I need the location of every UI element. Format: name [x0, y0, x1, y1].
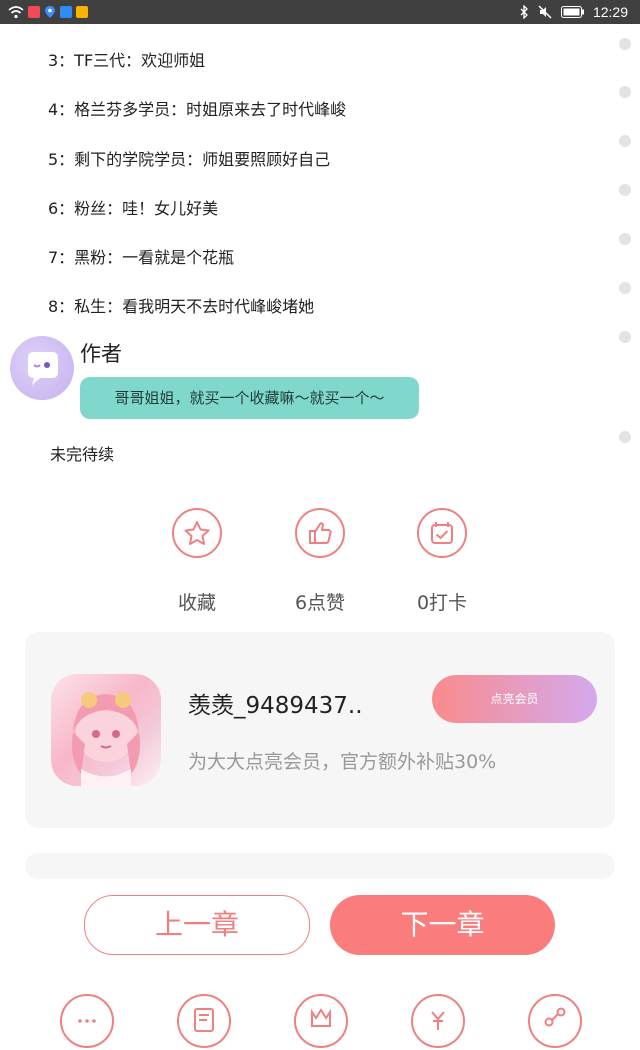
app-icon-red	[28, 6, 40, 18]
story-line: 4：格兰芬多学员：时姐原来去了时代峰峻	[48, 100, 347, 119]
story-line: 7：黑粉：一看就是个花瓶	[48, 248, 235, 267]
comment-button[interactable]	[60, 994, 114, 1048]
chat-bubble-icon	[28, 352, 58, 385]
collect-action[interactable]: 收藏	[137, 508, 257, 615]
activate-vip-button[interactable]: 点亮会员	[432, 675, 597, 723]
status-time: 12:29	[592, 4, 628, 20]
like-action[interactable]: 6点赞	[260, 508, 380, 615]
side-dot	[619, 135, 631, 147]
collect-circle[interactable]	[172, 508, 222, 558]
location-icon	[45, 6, 55, 18]
share-button[interactable]	[528, 994, 582, 1048]
side-dot	[619, 431, 631, 443]
gift-button[interactable]	[294, 994, 348, 1048]
calendar-check-icon	[431, 522, 453, 544]
app-icon-yellow	[76, 6, 88, 18]
checkin-circle[interactable]	[417, 508, 467, 558]
story-line: 5：剩下的学院学员：师姐要照顾好自己	[48, 150, 331, 169]
status-bar: 12:29	[0, 0, 640, 24]
checkin-label: 0打卡	[416, 592, 468, 614]
story-line: 3：TF三代：欢迎师姐	[48, 51, 206, 70]
status-left-icons	[8, 4, 88, 20]
side-dot	[619, 282, 631, 294]
directory-button[interactable]	[177, 994, 231, 1048]
app-icon-blue	[60, 6, 72, 18]
mute-icon	[538, 5, 552, 19]
continue-text: 未完待续	[50, 445, 115, 464]
battery-icon	[560, 6, 584, 18]
star-icon	[184, 521, 210, 545]
thumbs-up-icon	[309, 522, 332, 544]
placeholder-bar	[25, 853, 615, 879]
user-avatar[interactable]	[51, 674, 161, 786]
side-dot	[619, 233, 631, 245]
prev-chapter-button[interactable]: 上一章	[84, 895, 310, 955]
bluetooth-icon	[520, 5, 528, 19]
story-line: 6：粉丝：哇！女儿好美	[48, 199, 219, 218]
reward-icon	[431, 1011, 445, 1030]
story-line: 8：私生：看我明天不去时代峰峻堵她	[48, 297, 315, 316]
collect-label: 收藏	[177, 592, 216, 614]
vip-card: 羡羡_9489437.. 为大大点亮会员，官方额外补贴30% 点亮会员	[25, 632, 615, 828]
share-icon	[544, 1007, 566, 1027]
vip-subtitle: 为大大点亮会员，官方额外补贴30%	[188, 751, 497, 773]
side-dot	[619, 86, 631, 98]
avatar-illustration	[72, 692, 140, 786]
next-chapter-button[interactable]: 下一章	[330, 895, 555, 955]
author-message-bubble: 哥哥姐姐，就买一个收藏嘛～就买一个～	[80, 377, 419, 419]
directory-icon	[194, 1008, 214, 1032]
reward-button[interactable]	[411, 994, 465, 1048]
side-dot	[619, 331, 631, 343]
side-dot	[619, 38, 631, 50]
side-dots	[619, 38, 633, 458]
author-name: 作者	[80, 342, 122, 366]
vip-username: 羡羡_9489437..	[188, 693, 363, 719]
gift-icon	[311, 1008, 331, 1027]
like-circle[interactable]	[295, 508, 345, 558]
status-right-icons: 12:29	[519, 4, 628, 20]
author-avatar[interactable]	[10, 336, 74, 400]
side-dot	[619, 184, 631, 196]
wifi-icon	[8, 6, 24, 19]
like-label: 6点赞	[294, 592, 346, 614]
comment-icon	[78, 1019, 96, 1023]
checkin-action[interactable]: 0打卡	[382, 508, 502, 615]
